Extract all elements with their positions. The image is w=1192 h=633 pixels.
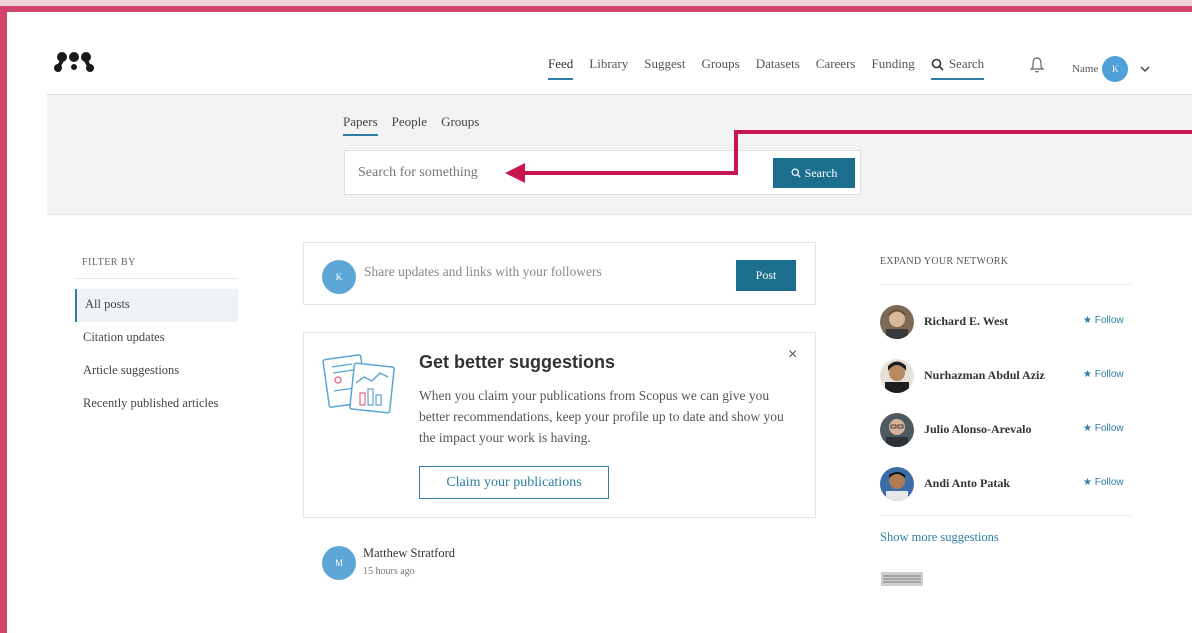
nav-library[interactable]: Library	[589, 56, 628, 78]
search-button-label: Search	[804, 165, 838, 180]
nav-search[interactable]: Search	[930, 56, 985, 80]
top-navigation: Feed Library Suggest Groups Datasets Car…	[548, 56, 1002, 86]
chevron-down-icon	[1140, 66, 1150, 73]
publications-chart-icon	[322, 354, 395, 414]
card-body: When you claim your publications from Sc…	[419, 388, 784, 445]
mendeley-logo[interactable]	[54, 50, 94, 74]
app-window: Feed Library Suggest Groups Datasets Car…	[7, 12, 1192, 633]
person-name[interactable]: Julio Alonso-Arevalo	[924, 422, 1031, 437]
feed-author-name[interactable]: Matthew Stratford	[363, 546, 455, 561]
filter-list: All posts Citation updates Article sugge…	[75, 289, 238, 421]
nav-groups[interactable]: Groups	[701, 56, 739, 78]
suggestion-person: Andi Anto Patak ★ Follow	[880, 467, 1140, 503]
follow-button[interactable]: ★ Follow	[1083, 315, 1124, 326]
follow-label: Follow	[1094, 369, 1124, 380]
nav-feed[interactable]: Feed	[548, 56, 574, 80]
search-panel: Papers People Groups Search	[47, 94, 1192, 215]
card-title: Get better suggestions	[419, 352, 616, 372]
filter-title: FILTER BY	[82, 257, 136, 268]
tab-people[interactable]: People	[392, 114, 427, 136]
decorative-scribble	[881, 572, 923, 586]
person-photo[interactable]	[880, 467, 914, 501]
user-menu[interactable]: Name K	[1072, 56, 1152, 82]
person-photo[interactable]	[880, 413, 914, 447]
user-name: Name	[1072, 63, 1099, 75]
divider	[75, 278, 238, 279]
search-button[interactable]: Search	[773, 158, 855, 188]
nav-datasets[interactable]: Datasets	[756, 56, 800, 78]
avatar: K	[322, 260, 356, 294]
network-title: EXPAND YOUR NETWORK	[880, 256, 1009, 267]
claim-publications-button[interactable]: Claim your publications	[419, 466, 609, 499]
suggestion-person: Julio Alonso-Arevalo ★ Follow	[880, 413, 1140, 449]
person-name[interactable]: Andi Anto Patak	[924, 476, 1010, 491]
suggestion-card: Get better suggestions × When you claim …	[303, 332, 816, 518]
follow-label: Follow	[1094, 477, 1124, 488]
search-icon	[791, 168, 801, 178]
search-input[interactable]	[345, 151, 765, 194]
search-box: Search	[344, 150, 861, 195]
nav-suggest[interactable]: Suggest	[644, 56, 685, 78]
notification-bell-icon[interactable]	[1029, 56, 1045, 74]
filter-citation-updates[interactable]: Citation updates	[75, 322, 238, 355]
show-more-suggestions-link[interactable]: Show more suggestions	[880, 530, 999, 545]
person-name[interactable]: Richard E. West	[924, 314, 1008, 329]
follow-label: Follow	[1094, 315, 1124, 326]
divider	[880, 515, 1131, 516]
nav-careers[interactable]: Careers	[816, 56, 856, 78]
nav-search-label: Search	[948, 56, 985, 71]
follow-label: Follow	[1094, 423, 1124, 434]
filter-article-suggestions[interactable]: Article suggestions	[75, 355, 238, 388]
search-icon	[931, 58, 944, 71]
person-photo[interactable]	[880, 359, 914, 393]
suggestion-person: Nurhazman Abdul Aziz ★ Follow	[880, 359, 1140, 395]
close-icon[interactable]: ×	[788, 346, 797, 364]
suggestion-person: Richard E. West ★ Follow	[880, 305, 1140, 341]
post-button[interactable]: Post	[736, 260, 796, 291]
user-avatar: K	[1102, 56, 1129, 82]
divider	[880, 284, 1131, 285]
tab-papers[interactable]: Papers	[343, 114, 378, 136]
follow-button[interactable]: ★ Follow	[1083, 423, 1124, 434]
share-update-box: K Share updates and links with your foll…	[303, 242, 816, 305]
filter-recently-published[interactable]: Recently published articles	[75, 388, 238, 421]
person-photo[interactable]	[880, 305, 914, 339]
share-input[interactable]: Share updates and links with your follow…	[364, 264, 602, 280]
search-tabs: Papers People Groups	[343, 114, 479, 136]
tab-groups[interactable]: Groups	[441, 114, 479, 136]
filter-all-posts[interactable]: All posts	[75, 289, 238, 322]
feed-timestamp: 15 hours ago	[363, 566, 415, 577]
person-name[interactable]: Nurhazman Abdul Aziz	[924, 368, 1045, 383]
nav-funding[interactable]: Funding	[871, 56, 914, 78]
avatar[interactable]: M	[322, 546, 356, 580]
follow-button[interactable]: ★ Follow	[1083, 369, 1124, 380]
follow-button[interactable]: ★ Follow	[1083, 477, 1124, 488]
